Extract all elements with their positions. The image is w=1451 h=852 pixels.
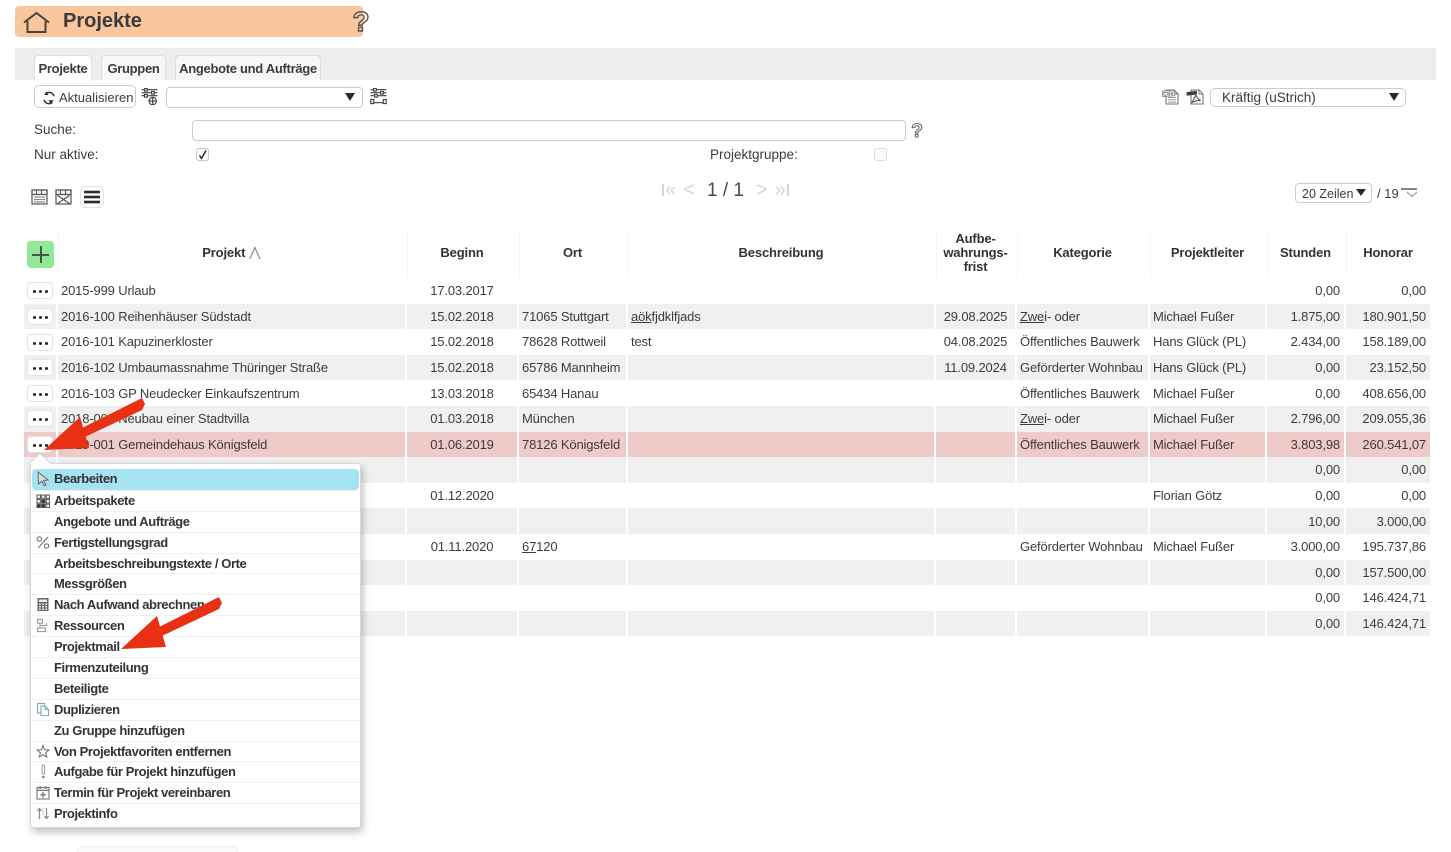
- svg-text:CSV: CSV: [1163, 91, 1175, 98]
- svg-text:?: ?: [911, 121, 923, 142]
- svg-text:?: ?: [352, 8, 369, 37]
